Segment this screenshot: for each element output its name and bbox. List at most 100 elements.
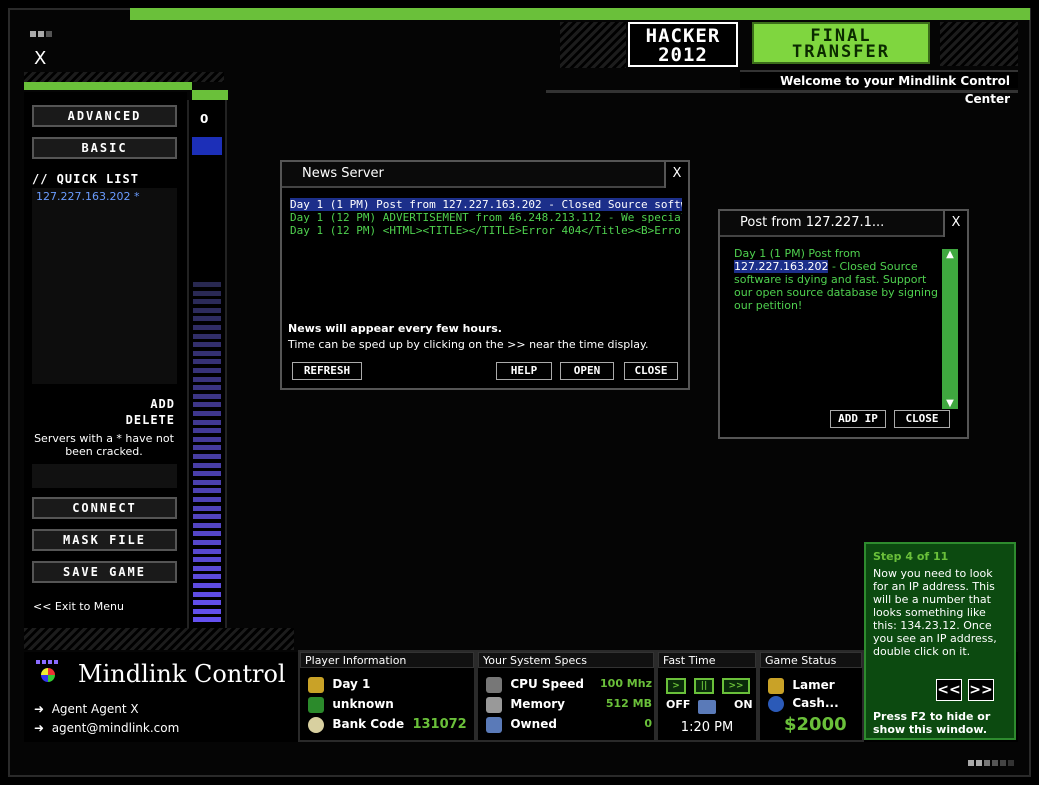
trace-bar bbox=[193, 359, 221, 365]
trace-bar bbox=[193, 583, 221, 588]
trace-bar bbox=[193, 350, 221, 356]
trace-bar bbox=[193, 307, 221, 313]
scroll-green-strip bbox=[192, 90, 228, 100]
trace-bar bbox=[193, 385, 221, 391]
bank-label: Bank Code bbox=[332, 717, 405, 731]
add-button[interactable]: ADD bbox=[60, 397, 175, 411]
delete-button[interactable]: DELETE bbox=[60, 413, 175, 427]
hacker-logo: HACKER 2012 bbox=[628, 22, 738, 67]
agent-email: ➜ agent@mindlink.com bbox=[34, 721, 180, 735]
news-close-button[interactable]: CLOSE bbox=[624, 362, 678, 380]
trace-bar bbox=[193, 445, 221, 451]
memory-label: Memory bbox=[510, 697, 565, 711]
news-item[interactable]: Day 1 (12 PM) ADVERTISEMENT from 46.248.… bbox=[290, 211, 682, 224]
bank-icon bbox=[308, 716, 324, 733]
trace-bar bbox=[193, 531, 221, 537]
mask-file-button[interactable]: MASK FILE bbox=[32, 529, 177, 551]
trace-bar bbox=[193, 282, 221, 287]
game-status-panel: Game Status Lamer Cash... $2000 bbox=[758, 650, 864, 742]
uncracked-note: Servers with a * have not been cracked. bbox=[34, 432, 174, 458]
trace-bar bbox=[193, 540, 221, 545]
quick-list-title: // QUICK LIST bbox=[32, 172, 139, 186]
clock-icon bbox=[698, 700, 716, 714]
logo2-line2: TRANSFER bbox=[792, 42, 890, 62]
note-box bbox=[32, 464, 177, 488]
post-body: Day 1 (1 PM) Post from 127.227.163.202 -… bbox=[734, 247, 942, 312]
news-title: News Server bbox=[282, 162, 688, 188]
trace-bar bbox=[193, 591, 221, 597]
tutorial-step: Step 4 of 11 bbox=[873, 550, 949, 563]
header-hatch bbox=[560, 22, 626, 68]
bank-code: 131072 bbox=[412, 717, 467, 732]
trace-indicator bbox=[192, 137, 222, 155]
arrow-icon: ➜ bbox=[34, 702, 45, 716]
news-server-window: News Server X Day 1 (1 PM) Post from 127… bbox=[280, 160, 690, 390]
trace-bar bbox=[193, 548, 221, 554]
news-item[interactable]: Day 1 (1 PM) Post from 127.227.163.202 -… bbox=[290, 198, 682, 211]
post-title: Post from 127.227.1... bbox=[720, 211, 967, 237]
trace-bar bbox=[193, 617, 221, 623]
cpu-label: CPU Speed bbox=[510, 677, 584, 691]
cash-label: Cash... bbox=[792, 696, 839, 710]
status-value: unknown bbox=[332, 697, 394, 711]
header-divider bbox=[546, 90, 1018, 93]
news-info-bold: News will appear every few hours. bbox=[288, 322, 502, 335]
post-close-button[interactable]: CLOSE bbox=[894, 410, 950, 428]
fast-forward-icon[interactable]: >> bbox=[722, 678, 750, 694]
tutorial-prev-button[interactable]: << bbox=[936, 679, 962, 701]
quick-list-item[interactable]: 127.227.163.202 * bbox=[36, 190, 139, 203]
refresh-button[interactable]: REFRESH bbox=[292, 362, 362, 380]
trace-bar bbox=[193, 488, 221, 494]
trace-bar bbox=[193, 479, 221, 485]
owned-value: 0 bbox=[644, 717, 652, 730]
connect-button[interactable]: CONNECT bbox=[32, 497, 177, 519]
tutorial-footer: Press F2 to hide or show this window. bbox=[873, 710, 991, 736]
sidebar-top-hatch bbox=[24, 72, 224, 82]
news-item[interactable]: Day 1 (12 PM) <HTML><TITLE></TITLE>Error… bbox=[290, 224, 682, 237]
trace-bar bbox=[193, 574, 221, 580]
trace-bar bbox=[193, 333, 221, 339]
specs-title: Your System Specs bbox=[478, 652, 654, 668]
help-icon[interactable] bbox=[768, 695, 784, 712]
calendar-icon bbox=[308, 676, 324, 693]
tutorial-next-button[interactable]: >> bbox=[968, 679, 994, 701]
trace-bar bbox=[193, 402, 221, 408]
post-rest-first: - Closed Source bbox=[828, 260, 918, 273]
save-game-button[interactable]: SAVE GAME bbox=[32, 561, 177, 583]
trace-bar bbox=[193, 316, 221, 322]
game-status-title: Game Status bbox=[760, 652, 862, 668]
trace-bar bbox=[193, 600, 221, 606]
help-button[interactable]: HELP bbox=[496, 362, 552, 380]
trace-bar bbox=[193, 522, 221, 528]
close-game-button[interactable]: X bbox=[34, 48, 46, 69]
trace-bar bbox=[193, 454, 221, 459]
player-info-title: Player Information bbox=[300, 652, 474, 668]
top-accent-bar bbox=[130, 8, 1030, 20]
play-icon[interactable]: > bbox=[666, 678, 686, 694]
open-button[interactable]: OPEN bbox=[560, 362, 614, 380]
trace-bar bbox=[193, 497, 221, 502]
tutorial-panel: Step 4 of 11 Now you need to look for an… bbox=[864, 542, 1016, 740]
trace-bar bbox=[193, 393, 221, 399]
on-label: ON bbox=[734, 698, 753, 711]
exit-to-menu-link[interactable]: << Exit to Menu bbox=[33, 600, 124, 613]
scroll-up-icon[interactable]: ▲ bbox=[942, 249, 958, 260]
owned-label: Owned bbox=[510, 717, 557, 731]
advanced-button[interactable]: ADVANCED bbox=[32, 105, 177, 127]
post-ip[interactable]: 127.227.163.202 bbox=[734, 260, 829, 273]
trace-bar bbox=[193, 462, 221, 468]
quick-list bbox=[32, 188, 177, 384]
scroll-down-icon[interactable]: ▼ bbox=[942, 398, 958, 409]
owned-icon bbox=[486, 716, 502, 733]
rank-icon bbox=[768, 677, 784, 694]
basic-button[interactable]: BASIC bbox=[32, 137, 177, 159]
cpu-icon bbox=[486, 676, 502, 693]
post-close-icon[interactable]: X bbox=[943, 211, 967, 237]
post-scrollbar[interactable]: ▲ ▼ bbox=[942, 249, 958, 409]
pause-icon[interactable]: || bbox=[694, 678, 714, 694]
news-close-icon[interactable]: X bbox=[664, 162, 688, 188]
trace-bar bbox=[193, 376, 221, 382]
post-window: Post from 127.227.1... X Day 1 (1 PM) Po… bbox=[718, 209, 969, 439]
trace-bar bbox=[193, 557, 221, 563]
add-ip-button[interactable]: ADD IP bbox=[830, 410, 886, 428]
